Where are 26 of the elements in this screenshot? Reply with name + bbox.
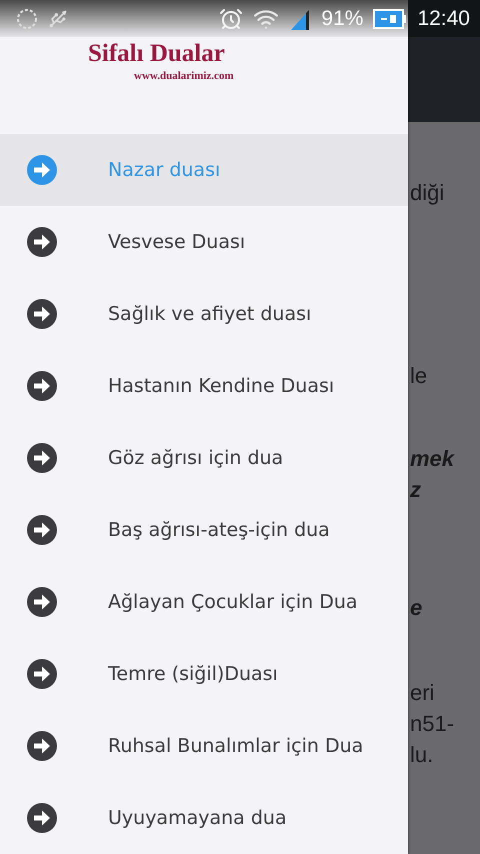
signal-icon [289, 8, 312, 30]
menu-item[interactable]: Ağlayan Çocuklar için Dua [0, 566, 408, 638]
menu-item[interactable]: Temre (siğil)Duası [0, 638, 408, 710]
body-text: e [410, 594, 424, 622]
body-text: n51- [410, 710, 456, 738]
logo-title: Sifalı Dualar [88, 40, 225, 68]
menu-item[interactable]: Uyuyamayana dua [0, 782, 408, 854]
body-text: z [410, 476, 422, 504]
alarm-icon [219, 6, 244, 30]
body-text: le [410, 362, 428, 390]
menu-item[interactable]: Baş ağrısı-ateş-için dua [0, 494, 408, 566]
body-text: eri [410, 679, 436, 707]
usb-icon [48, 8, 68, 28]
battery-percent: 91% [321, 6, 364, 30]
menu-item[interactable]: Hastanın Kendine Duası [0, 350, 408, 422]
menu-item[interactable]: Vesvese Duası [0, 206, 408, 278]
logo-url: www.dualarimiz.com [134, 70, 234, 82]
body-text: mek [410, 445, 456, 473]
menu-item[interactable]: Ruhsal Bunalımlar için Dua [0, 710, 408, 782]
sync-icon [16, 8, 38, 30]
menu-item[interactable]: Sağlık ve afiyet duası [0, 278, 408, 350]
battery-charging-icon [373, 8, 408, 28]
menu-item[interactable]: Göz ağrısı için dua [0, 422, 408, 494]
body-text: diği [410, 179, 446, 207]
clock-time: 12:40 [417, 6, 470, 30]
body-text: lu. [410, 741, 434, 769]
